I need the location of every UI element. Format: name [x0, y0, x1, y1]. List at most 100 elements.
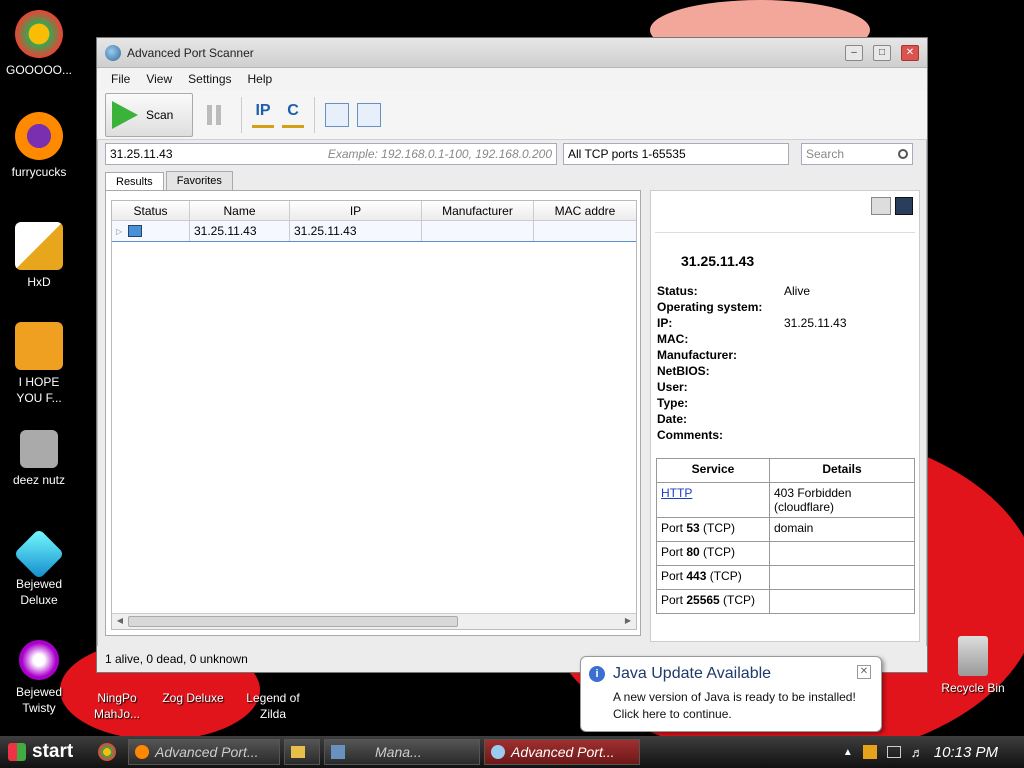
chrome-icon[interactable]: [98, 743, 116, 761]
column-mac[interactable]: MAC addre: [534, 201, 636, 220]
column-ip[interactable]: IP: [290, 201, 422, 220]
address-row: 31.25.11.43 Example: 192.168.0.1-100, 19…: [97, 140, 927, 168]
taskbar-item[interactable]: Advanced Port...: [128, 739, 280, 765]
scroll-left-icon[interactable]: ◀: [114, 616, 126, 627]
close-button[interactable]: ✕: [901, 44, 919, 61]
property-row: Date:: [657, 412, 688, 426]
results-grid: Status Name IP Manufacturer MAC addre ▷ …: [111, 200, 637, 630]
desktop-icon-label: Zog Deluxe: [162, 691, 224, 705]
window-title: Advanced Port Scanner: [127, 45, 254, 60]
desktop-icon-label: I HOPE YOU F...: [16, 375, 62, 405]
shortcut-icon: [20, 430, 58, 468]
desktop-icon[interactable]: furrycucks: [2, 112, 76, 180]
column-manufacturer[interactable]: Manufacturer: [422, 201, 534, 220]
app-icon: [491, 745, 505, 759]
column-name[interactable]: Name: [190, 201, 290, 220]
tab-results[interactable]: Results: [105, 172, 164, 191]
name-cell: 31.25.11.43: [190, 221, 290, 241]
http-link[interactable]: HTTP: [661, 486, 692, 500]
service-port: Port 80 (TCP): [656, 541, 770, 566]
desktop-icon-label: Legend of Zilda: [246, 691, 300, 721]
search-placeholder: Search: [806, 147, 845, 161]
volume-icon[interactable]: ♬: [911, 745, 924, 760]
desktop-icon[interactable]: Zog Deluxe: [156, 690, 230, 706]
ip-range-icon[interactable]: IP: [252, 102, 274, 128]
taskbar-item-active[interactable]: Advanced Port...: [484, 739, 640, 765]
start-button[interactable]: start: [0, 736, 90, 768]
save-icon[interactable]: [895, 197, 913, 215]
ports-field[interactable]: All TCP ports 1-65535: [563, 143, 789, 165]
tab-favorites[interactable]: Favorites: [165, 171, 233, 190]
toolbar-separator: [241, 96, 242, 133]
property-row: Manufacturer:: [657, 348, 738, 362]
menu-file[interactable]: File: [103, 72, 138, 86]
system-tray: ▲ ♬ 10:13 PM: [843, 736, 1024, 768]
menu-settings[interactable]: Settings: [180, 72, 239, 86]
pause-button[interactable]: [207, 104, 221, 125]
java-update-notification[interactable]: i Java Update Available ✕ A new version …: [580, 656, 882, 732]
network-icon[interactable]: [886, 746, 901, 758]
toolbar-separator: [314, 96, 315, 133]
service-details: [769, 541, 915, 566]
services-table: Service Details HTTP 403 Forbidden (clou…: [656, 458, 915, 614]
firefox-icon: [15, 112, 63, 160]
details-panel: 31.25.11.43 Status: Alive Operating syste…: [650, 190, 920, 642]
play-icon: [112, 100, 138, 129]
divider: [655, 232, 915, 233]
taskbar-item-label: Advanced Port...: [511, 744, 615, 760]
menu-help[interactable]: Help: [240, 72, 281, 86]
tray-expand-icon[interactable]: ▲: [843, 747, 853, 758]
scan-button[interactable]: Scan: [105, 92, 193, 137]
recycle-bin-icon: [958, 636, 988, 676]
service-row: HTTP 403 Forbidden (cloudflare): [656, 482, 915, 518]
table-row[interactable]: ▷ 31.25.11.43 31.25.11.43: [112, 221, 636, 242]
desktop-icon[interactable]: GOOOOO...: [2, 10, 76, 78]
taskbar-item[interactable]: Mana...: [324, 739, 480, 765]
close-icon[interactable]: ✕: [857, 665, 871, 679]
desktop-icon-label: furrycucks: [11, 165, 67, 179]
ip-range-input[interactable]: 31.25.11.43 Example: 192.168.0.1-100, 19…: [105, 143, 557, 165]
scroll-thumb[interactable]: [128, 616, 458, 627]
menu-view[interactable]: View: [138, 72, 180, 86]
details-title: 31.25.11.43: [681, 253, 755, 269]
desktop-icon[interactable]: Legend of Zilda: [236, 690, 310, 722]
maximize-button[interactable]: □: [873, 44, 891, 61]
column-status[interactable]: Status: [112, 201, 190, 220]
collapse-all-icon[interactable]: [357, 102, 381, 127]
windows-logo-icon: [8, 743, 26, 761]
chrome-icon: [15, 10, 63, 58]
taskbar-item[interactable]: [284, 739, 320, 765]
property-row: User:: [657, 380, 688, 394]
search-input[interactable]: Search: [801, 143, 913, 165]
results-panel: Status Name IP Manufacturer MAC addre ▷ …: [105, 190, 641, 636]
expand-all-icon[interactable]: [325, 102, 349, 127]
desktop-icon[interactable]: Recycle Bin: [936, 636, 1010, 696]
service-row: Port 25565 (TCP): [656, 589, 915, 614]
app-window: Advanced Port Scanner – □ ✕ File View Se…: [96, 37, 928, 673]
subnet-c-icon[interactable]: C: [282, 102, 304, 128]
app-icon: [105, 44, 121, 61]
toolbar: Scan IP C: [97, 90, 927, 140]
property-row: Type:: [657, 396, 689, 410]
java-update-icon[interactable]: [862, 745, 877, 759]
desktop-icon-label: Bejewed Twisty: [15, 685, 63, 715]
ip-cell: 31.25.11.43: [290, 221, 422, 241]
desktop-icon[interactable]: HxD: [2, 222, 76, 290]
desktop-icon[interactable]: Bejewed Twisty: [2, 640, 76, 716]
horizontal-scrollbar[interactable]: ◀ ▶: [112, 613, 636, 629]
title-bar[interactable]: Advanced Port Scanner – □ ✕: [97, 38, 927, 68]
desktop-icon-label: NingPo MahJo...: [93, 691, 141, 721]
desktop-icon[interactable]: Bejewed Deluxe: [2, 528, 76, 608]
scroll-right-icon[interactable]: ▶: [622, 616, 634, 627]
printer-icon[interactable]: [871, 197, 891, 215]
expand-arrow-icon[interactable]: ▷: [116, 227, 122, 236]
desktop-icon[interactable]: deez nutz: [2, 430, 76, 488]
desktop-icon[interactable]: NingPo MahJo...: [80, 690, 154, 722]
desktop-icon[interactable]: I HOPE YOU F...: [2, 322, 76, 406]
clock[interactable]: 10:13 PM: [934, 744, 998, 761]
hxd-icon: [15, 222, 63, 270]
property-row: MAC:: [657, 332, 689, 346]
minimize-button[interactable]: –: [845, 44, 863, 61]
desktop-icon-label: GOOOOO...: [5, 63, 72, 77]
ports-value: All TCP ports 1-65535: [568, 147, 686, 161]
